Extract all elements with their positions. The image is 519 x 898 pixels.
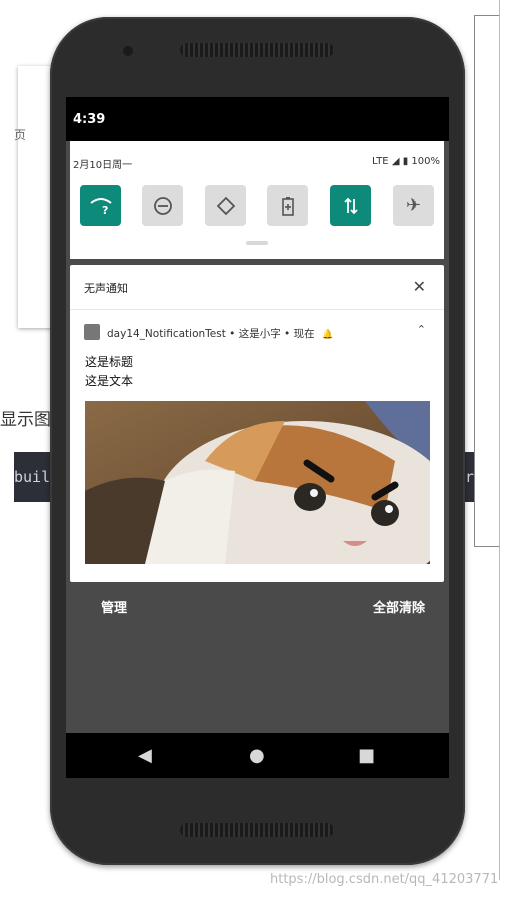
notification-header: day14_NotificationTest • 这是小字 • 现在 🔔 <box>107 326 333 341</box>
home-icon[interactable]: ● <box>249 745 265 766</box>
background-icon-label: 页 <box>14 128 27 142</box>
auto-rotate-icon <box>216 196 235 215</box>
qs-drag-handle[interactable] <box>246 241 268 245</box>
signal-icon: ◢ <box>391 156 400 167</box>
silent-section-header: 无声通知 ✕ <box>70 265 444 310</box>
battery-icon: ▮ <box>402 156 409 167</box>
network-label: LTE <box>372 156 389 167</box>
background-partial-text: 显示图 <box>0 410 51 430</box>
notification-text: 这是文本 <box>85 374 134 388</box>
notification-title: 这是标题 <box>85 355 134 369</box>
status-bar: 4:39 <box>66 97 449 141</box>
front-camera <box>123 46 133 56</box>
app-icon <box>84 324 100 340</box>
background-code-block: buil <box>14 452 54 502</box>
qs-status-right: LTE ◢ ▮ 100% <box>372 156 440 167</box>
silent-label: 无声通知 <box>84 282 128 295</box>
dnd-tile[interactable] <box>142 185 183 226</box>
battery-saver-icon <box>281 196 294 216</box>
auto-rotate-tile[interactable] <box>205 185 246 226</box>
airplane-mode-icon: ✈ <box>405 195 422 216</box>
status-time: 4:39 <box>73 112 106 127</box>
manage-button[interactable]: 管理 <box>101 597 127 616</box>
background-card-right <box>474 15 502 547</box>
battery-percent: 100% <box>411 156 440 167</box>
top-speaker <box>180 43 334 57</box>
notification-app-header: day14_NotificationTest • 这是小字 • 现在 <box>107 328 315 340</box>
back-icon[interactable]: ◀ <box>138 745 152 766</box>
notification-cat-image <box>85 401 430 564</box>
bottom-speaker <box>180 823 334 837</box>
qs-date: 2月10日周一 <box>73 160 133 171</box>
background-right-strip <box>500 0 519 898</box>
svg-text:?: ? <box>102 204 108 216</box>
chevron-up-icon[interactable]: ⌃ <box>417 323 426 336</box>
alert-bell-icon: 🔔 <box>321 330 334 340</box>
notification-card[interactable]: 无声通知 ✕ day14_NotificationTest • 这是小字 • 现… <box>70 265 444 582</box>
navigation-bar: ◀ ● ■ <box>66 733 449 778</box>
mobile-data-tile[interactable] <box>330 185 371 226</box>
code-tail: r <box>465 468 475 486</box>
clear-all-button[interactable]: 全部清除 <box>373 597 425 616</box>
quick-settings-panel: 2月10日周一 LTE ◢ ▮ 100% ? ✈ <box>70 141 444 259</box>
code-snippet: buil <box>14 468 51 486</box>
phone-screen: 4:39 2月10日周一 LTE ◢ ▮ 100% ? ✈ 无声通知 ✕ day… <box>66 97 449 778</box>
wifi-question-icon: ? <box>89 197 112 216</box>
recents-icon[interactable]: ■ <box>358 745 375 766</box>
battery-saver-tile[interactable] <box>267 185 308 226</box>
airplane-mode-tile[interactable]: ✈ <box>393 185 434 226</box>
wifi-tile[interactable]: ? <box>80 185 121 226</box>
mobile-data-icon <box>343 197 358 214</box>
close-icon[interactable]: ✕ <box>413 277 426 296</box>
watermark: https://blog.csdn.net/qq_41203771 <box>270 872 499 887</box>
background-scroll-edge <box>499 0 500 880</box>
dnd-icon <box>153 196 172 215</box>
